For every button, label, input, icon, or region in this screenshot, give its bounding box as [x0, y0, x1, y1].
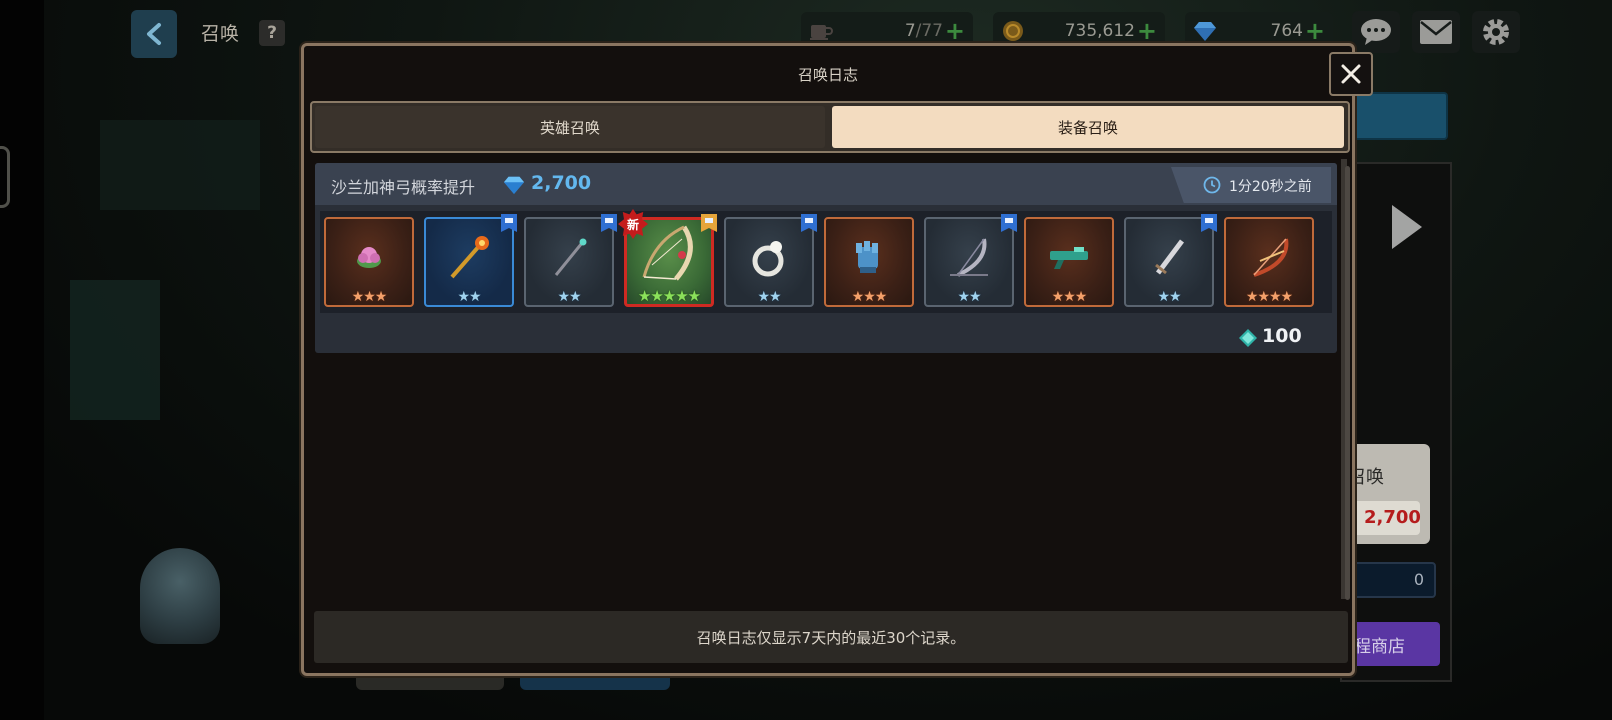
- settings-button[interactable]: [1472, 11, 1520, 53]
- star-rating: ★★: [1157, 289, 1181, 305]
- star-rating: ★★★: [351, 289, 388, 305]
- log-record: 沙兰加神弓概率提升 2,700 1分20秒之前 ★★★ ★★ ★★ ★★★★★ …: [315, 163, 1337, 353]
- item-slot[interactable]: ★★★: [1024, 217, 1114, 307]
- dialog-title: 召唤日志: [797, 66, 858, 84]
- green-rifle-icon: [1050, 247, 1088, 269]
- golden-staff-icon: [450, 236, 489, 279]
- short-sword-icon: [1155, 239, 1184, 275]
- gem-icon: [503, 176, 525, 195]
- wand-icon: [554, 238, 587, 276]
- summon-time: 1分20秒之前: [1229, 179, 1312, 195]
- item-slot[interactable]: ★★: [724, 214, 817, 307]
- summoned-items: ★★★ ★★ ★★ ★★★★★ 新 ★★ ★★★ ★★ ★★★ ★★ ★★★★: [320, 209, 1332, 313]
- item-slot[interactable]: ★★: [1124, 214, 1217, 307]
- left-edge: [0, 0, 44, 720]
- item-slot[interactable]: ★★★: [324, 217, 414, 307]
- chat-button[interactable]: [1352, 11, 1400, 53]
- gem-icon: [1193, 19, 1217, 43]
- gear-icon: [1483, 19, 1509, 45]
- star-rating: ★★: [957, 289, 981, 305]
- silver-bow-icon: [950, 238, 988, 277]
- tab-hero-summon[interactable]: 英雄召唤: [315, 106, 825, 148]
- chat-icon: [1361, 19, 1391, 45]
- star-rating: ★★★★: [1245, 289, 1293, 305]
- lotus-accessory-icon: [357, 247, 381, 268]
- crystal-shard-icon: [1239, 329, 1257, 347]
- shard-count: 100: [1262, 325, 1302, 347]
- flame-bow-icon: [1253, 238, 1289, 277]
- background-decor: [70, 280, 160, 420]
- stamina-value: 7: [904, 21, 916, 41]
- gold-coin-icon: [1001, 19, 1025, 43]
- gauntlet-icon: [856, 241, 878, 273]
- close-button[interactable]: [1329, 52, 1373, 96]
- mail-button[interactable]: [1412, 11, 1460, 53]
- background-decor: [100, 120, 260, 210]
- mail-icon: [1420, 20, 1452, 44]
- coffee-cup-icon: [809, 19, 833, 43]
- record-header: 沙兰加神弓概率提升 2,700 1分20秒之前: [315, 163, 1337, 205]
- item-slot[interactable]: ★★: [924, 214, 1017, 307]
- item-slot[interactable]: ★★: [424, 214, 517, 307]
- item-slot[interactable]: ★★: [524, 214, 617, 307]
- tab-bar: 英雄召唤 装备召唤: [310, 101, 1350, 153]
- star-rating: ★★★★★: [637, 287, 701, 305]
- add-gold-button[interactable]: +: [1137, 17, 1157, 45]
- summon-cost: 2,700: [531, 172, 592, 194]
- next-arrow-icon[interactable]: [1392, 205, 1422, 249]
- clock-icon: [1203, 176, 1221, 194]
- background-blue-bar: [1340, 92, 1448, 140]
- side-drawer-handle[interactable]: [0, 146, 10, 208]
- add-stamina-button[interactable]: +: [945, 17, 965, 45]
- add-gem-button[interactable]: +: [1305, 17, 1325, 45]
- star-rating: ★★: [557, 289, 581, 305]
- background-shop-button: 程商店: [1340, 622, 1440, 666]
- ring-icon: [752, 241, 784, 277]
- ghost-character: [140, 548, 220, 644]
- item-slot[interactable]: ★★★★★ 新: [618, 209, 717, 307]
- time-badge: 1分20秒之前: [1171, 167, 1331, 203]
- close-icon: [1341, 64, 1361, 84]
- chevron-left-icon: [147, 23, 161, 45]
- tab-equipment-summon[interactable]: 装备召唤: [832, 106, 1344, 148]
- star-rating: ★★★: [1051, 289, 1088, 305]
- star-rating: ★★: [757, 289, 781, 305]
- star-rating: ★★★: [851, 289, 888, 305]
- banner-name: 沙兰加神弓概率提升: [331, 178, 476, 197]
- item-slot[interactable]: ★★★: [824, 217, 914, 307]
- summon-log-dialog: 召唤日志 英雄召唤 装备召唤 沙兰加神弓概率提升 2,700 1分20秒之前 ★…: [301, 43, 1373, 676]
- scrollbar[interactable]: [1345, 166, 1350, 600]
- help-button[interactable]: ?: [259, 20, 285, 46]
- sarangga-bow-icon: [642, 225, 693, 281]
- back-button[interactable]: [131, 10, 177, 58]
- page-title: 召唤: [201, 23, 240, 45]
- gold-value: 735,612: [1064, 21, 1135, 41]
- gem-value: 764: [1270, 21, 1303, 41]
- item-slot[interactable]: ★★★★: [1224, 217, 1314, 307]
- star-rating: ★★: [457, 289, 481, 305]
- stamina-max: /77: [915, 21, 943, 41]
- log-notice: 召唤日志仅显示7天内的最近30个记录。: [314, 611, 1348, 663]
